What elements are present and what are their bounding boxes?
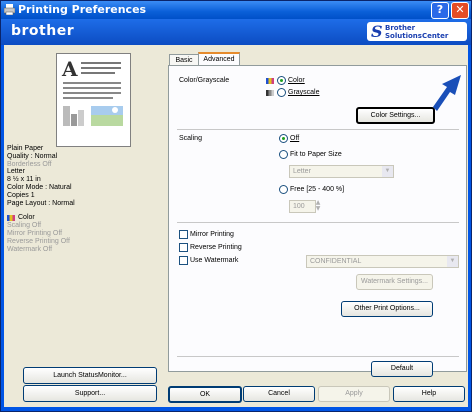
help-title-button[interactable]: ? [431, 2, 449, 19]
watermark-select[interactable]: CONFIDENTIAL ▼ [306, 255, 459, 268]
chevron-down-icon: ▼ [382, 166, 393, 177]
help-button[interactable]: Help [393, 386, 465, 402]
free-scaling-radio[interactable] [279, 185, 288, 194]
advanced-panel: Color/Grayscale Color Grayscale Color Se… [168, 65, 467, 377]
apply-button[interactable]: Apply [318, 386, 390, 402]
summary-line: Watermark Off [7, 245, 53, 253]
grayscale-option-label: Grayscale [288, 89, 320, 96]
section-divider [177, 129, 459, 130]
summary-line: Copies 1 [7, 191, 35, 199]
summary-color-row: Color [7, 214, 75, 222]
summary-line: Borderless Off [7, 160, 52, 168]
solutions-line2: SolutionsCenter [385, 32, 449, 40]
dialog-body: A Plain Paper Quality : Normal Borderles… [4, 45, 468, 407]
summary-color-label: Color [18, 214, 35, 222]
spin-icon[interactable]: ▲ ▼ [314, 200, 322, 212]
summary-line: Quality : Normal [7, 152, 58, 160]
scaling-label: Scaling [179, 135, 202, 142]
fit-paper-size-value: Letter [293, 168, 311, 175]
summary-line: Mirror Printing Off [7, 229, 63, 237]
summary-line: Plain Paper [7, 145, 44, 152]
color-icon [266, 78, 274, 84]
color-mode-icon [7, 214, 15, 221]
fit-to-paper-radio[interactable] [279, 150, 288, 159]
scaling-off-label: Off [290, 135, 300, 142]
default-button[interactable]: Default [371, 361, 433, 377]
mirror-printing-checkbox[interactable] [179, 230, 188, 239]
section-divider [177, 222, 459, 223]
support-button[interactable]: Support... [23, 385, 157, 402]
window-title: Printing Preferences [18, 3, 147, 16]
page-preview: A [56, 53, 131, 147]
section-divider [177, 356, 459, 357]
grayscale-radio[interactable] [277, 88, 286, 97]
svg-text:A: A [61, 57, 78, 81]
reverse-printing-label: Reverse Printing [190, 244, 242, 251]
document-preview-icon: A [61, 57, 123, 126]
free-scaling-label: Free [25 - 400 %] [290, 186, 345, 193]
printer-icon [4, 4, 15, 15]
settings-summary: Plain Paper Quality : Normal Borderless … [7, 145, 75, 253]
cancel-button[interactable]: Cancel [243, 386, 315, 402]
title-bar[interactable]: Printing Preferences ? ✕ [1, 1, 471, 19]
color-settings-button[interactable]: Color Settings... [356, 107, 435, 124]
ok-button[interactable]: OK [168, 386, 242, 403]
brother-logo: brother [11, 23, 75, 39]
grayscale-icon [266, 90, 274, 96]
fit-paper-size-select[interactable]: Letter ▼ [289, 165, 394, 178]
brand-bar: brother S Brother SolutionsCenter [1, 19, 471, 45]
watermark-settings-button[interactable]: Watermark Settings... [356, 274, 433, 290]
color-grayscale-label: Color/Grayscale [179, 77, 230, 84]
color-option-label: Color [288, 77, 305, 84]
launch-status-monitor-button[interactable]: Launch StatusMonitor... [23, 367, 157, 384]
printing-preferences-window: Printing Preferences ? ✕ brother S Broth… [0, 0, 472, 412]
summary-line: Reverse Printing Off [7, 237, 70, 245]
fit-to-paper-label: Fit to Paper Size [290, 151, 342, 158]
use-watermark-checkbox[interactable] [179, 256, 188, 265]
solutions-center-button[interactable]: S Brother SolutionsCenter [367, 22, 467, 41]
free-scaling-number: 100 [293, 203, 305, 210]
other-print-options-button[interactable]: Other Print Options... [341, 301, 433, 317]
solutions-s-icon: S [371, 22, 383, 41]
free-scaling-value[interactable]: 100 [289, 200, 316, 213]
summary-line: Color Mode : Natural [7, 183, 72, 191]
summary-line: Page Layout : Normal [7, 199, 75, 207]
close-button[interactable]: ✕ [451, 2, 469, 19]
use-watermark-label: Use Watermark [190, 257, 239, 264]
solutions-line1: Brother [385, 24, 416, 32]
summary-line: Scaling Off [7, 222, 42, 230]
mirror-printing-label: Mirror Printing [190, 231, 234, 238]
chevron-down-icon: ▼ [447, 256, 458, 267]
summary-line: 8 ½ x 11 in [7, 176, 41, 184]
scaling-off-radio[interactable] [279, 134, 288, 143]
color-radio[interactable] [277, 76, 286, 85]
watermark-value: CONFIDENTIAL [310, 258, 362, 265]
annotation-arrow-icon [433, 75, 461, 111]
reverse-printing-checkbox[interactable] [179, 243, 188, 252]
